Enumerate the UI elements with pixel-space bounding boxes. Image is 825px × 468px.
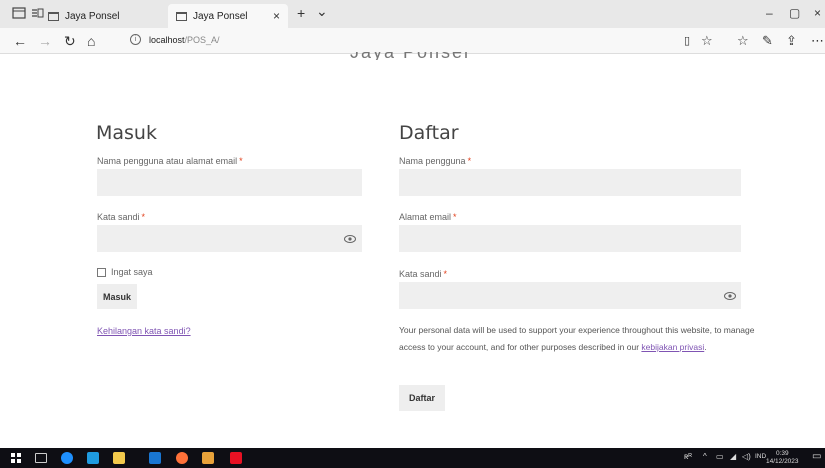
remember-label: Ingat saya [111, 267, 153, 277]
taskbar: ʀᴿ ^ ▭ ◢ ◁) IND 0:39 14/12/2023 ▭ [0, 448, 825, 468]
required-mark: * [443, 269, 448, 279]
app-icon[interactable] [230, 452, 242, 464]
address-bar: ← → ↻ ⌂ i localhost/POS_A/ ▯ ☆ ☆ ✎ ⇪ ⋯ [0, 28, 825, 54]
maximize-button[interactable]: ▢ [789, 6, 800, 20]
windows-start-icon[interactable] [11, 453, 21, 463]
store-icon[interactable] [87, 452, 99, 464]
url-field[interactable]: i localhost/POS_A/ [130, 34, 220, 45]
battery-icon[interactable]: ▭ [716, 452, 724, 461]
page-icon [176, 11, 187, 21]
more-icon[interactable]: ⋯ [811, 33, 824, 49]
login-password-label: Kata sandi * [97, 212, 146, 222]
show-password-eye-icon[interactable] [344, 235, 356, 243]
favorites-list-icon[interactable]: ☆ [737, 33, 749, 49]
clock-time: 0:39 [775, 450, 789, 457]
page-icon [48, 11, 59, 21]
register-password-input[interactable] [399, 282, 741, 309]
close-window-button[interactable]: × [814, 6, 821, 20]
home-icon[interactable]: ⌂ [87, 33, 95, 49]
remember-checkbox[interactable] [97, 267, 106, 277]
login-username-label: Nama pengguna atau alamat email * [97, 156, 243, 166]
url-path: /POS_A/ [184, 34, 220, 45]
mail-icon[interactable] [149, 452, 161, 464]
file-explorer-icon[interactable] [113, 452, 125, 464]
required-mark: * [453, 212, 457, 222]
register-username-label: Nama pengguna * [399, 156, 472, 166]
tab-list-chevron-icon[interactable]: ⌄ [316, 3, 328, 20]
share-icon[interactable]: ⇪ [786, 33, 797, 49]
forward-icon[interactable]: → [38, 33, 52, 49]
tab-actions-icon[interactable] [12, 6, 26, 20]
volume-icon[interactable]: ◁) [742, 452, 751, 461]
lost-password-link[interactable]: Kehilangan kata sandi? [97, 326, 191, 336]
clock[interactable]: 0:39 14/12/2023 [766, 450, 799, 466]
url-host: localhost [149, 34, 185, 45]
privacy-policy-link[interactable]: kebijakan privasi [641, 342, 704, 352]
reading-view-icon[interactable]: ▯ [684, 33, 690, 49]
photos-icon[interactable] [202, 452, 214, 464]
set-tabs-aside-icon[interactable] [30, 6, 44, 20]
register-email-input[interactable] [399, 225, 741, 252]
login-username-input[interactable] [97, 169, 362, 196]
favorite-star-icon[interactable]: ☆ [701, 33, 713, 49]
task-view-icon[interactable] [35, 453, 47, 463]
network-icon[interactable]: ◢ [730, 452, 736, 461]
tab-title: Jaya Ponsel [65, 10, 120, 22]
show-password-eye-icon[interactable] [724, 292, 736, 300]
pen-icon[interactable]: ✎ [762, 33, 773, 49]
tab-jaya-ponsel-1[interactable]: Jaya Ponsel [48, 4, 168, 28]
tray-chevron-icon[interactable]: ^ [703, 452, 707, 461]
new-tab-button[interactable]: + [297, 5, 305, 21]
clock-date: 14/12/2023 [766, 458, 799, 465]
minimize-button[interactable]: – [766, 6, 773, 20]
required-mark: * [239, 156, 243, 166]
register-password-label: Kata sandi * [399, 269, 448, 279]
privacy-notice: Your personal data will be used to suppo… [399, 322, 759, 356]
login-password-input[interactable] [97, 225, 362, 252]
login-title: Masuk [96, 122, 157, 144]
people-icon[interactable]: ʀᴿ [684, 452, 692, 461]
notifications-icon[interactable]: ▭ [812, 451, 821, 462]
required-mark: * [141, 212, 146, 222]
browser-window: Jaya Ponsel Jaya Ponsel × + ⌄ – ▢ × ← → … [0, 0, 825, 468]
info-icon[interactable]: i [130, 34, 141, 45]
firefox-icon[interactable] [176, 452, 188, 464]
login-submit-button[interactable]: Masuk [97, 284, 137, 309]
language-indicator[interactable]: IND [755, 453, 766, 460]
site-heading-cut: Jaya Ponsel [350, 52, 470, 60]
title-bar: Jaya Ponsel Jaya Ponsel × + ⌄ – ▢ × [0, 0, 825, 28]
register-submit-button[interactable]: Daftar [399, 385, 445, 411]
register-title: Daftar [399, 122, 459, 144]
tab-close-icon[interactable]: × [273, 9, 280, 23]
register-email-label: Alamat email * [399, 212, 457, 222]
register-username-input[interactable] [399, 169, 741, 196]
privacy-end: . [704, 342, 707, 352]
tab-jaya-ponsel-2[interactable]: Jaya Ponsel × [168, 4, 288, 28]
edge-icon[interactable] [61, 452, 73, 464]
back-icon[interactable]: ← [13, 33, 27, 49]
remember-me[interactable]: Ingat saya [97, 267, 153, 277]
required-mark: * [467, 156, 472, 166]
tab-title: Jaya Ponsel [193, 10, 248, 22]
refresh-icon[interactable]: ↻ [64, 33, 76, 49]
